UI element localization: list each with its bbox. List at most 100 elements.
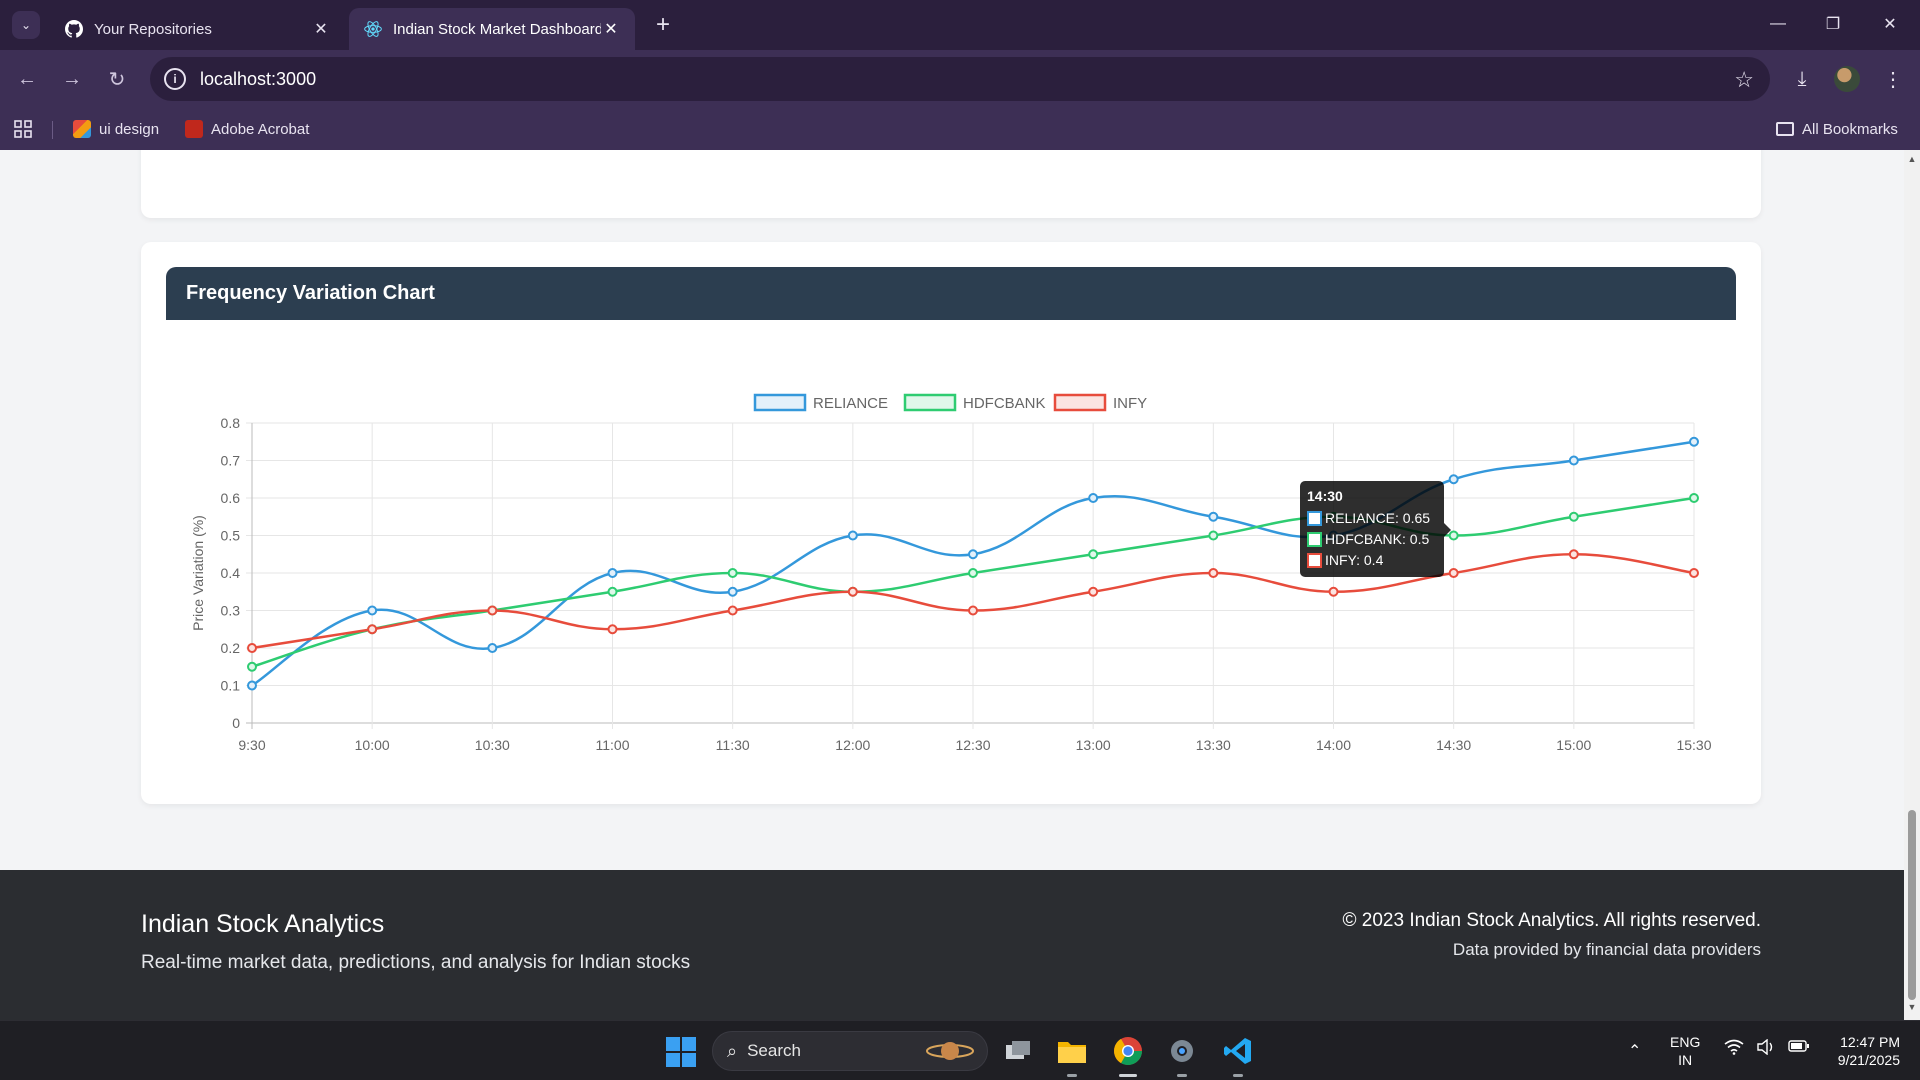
input-language[interactable]: ENG IN — [1670, 1033, 1700, 1069]
windows-start-icon[interactable] — [666, 1037, 696, 1067]
data-point — [1208, 511, 1219, 522]
all-bookmarks-label: All Bookmarks — [1802, 120, 1898, 138]
footer-copyright: © 2023 Indian Stock Analytics. All right… — [1342, 910, 1762, 931]
data-point — [1568, 455, 1579, 466]
bookmark-ui-design[interactable]: ui design — [73, 118, 159, 140]
scroll-down-icon[interactable]: ▼ — [1907, 1002, 1917, 1012]
react-icon — [363, 19, 383, 39]
chrome-icon[interactable] — [1110, 1033, 1146, 1077]
data-point — [247, 661, 257, 672]
bookmarks-bar: ui design Adobe Acrobat All Bookmarks — [0, 108, 1920, 150]
battery-icon[interactable] — [1788, 1039, 1810, 1060]
forward-icon[interactable]: → — [57, 64, 87, 94]
bookmark-adobe-acrobat[interactable]: Adobe Acrobat — [185, 118, 309, 140]
data-point — [367, 624, 378, 635]
all-bookmarks-button[interactable]: All Bookmarks — [1776, 118, 1898, 140]
task-view-icon[interactable] — [1000, 1033, 1036, 1069]
minimize-icon[interactable]: — — [1758, 8, 1798, 40]
page-scrollbar[interactable]: ▲ ▼ — [1904, 150, 1920, 1020]
data-point — [1689, 568, 1699, 578]
data-point — [1689, 493, 1699, 503]
apps-grid-icon[interactable] — [14, 118, 32, 140]
reload-icon[interactable]: ↻ — [102, 64, 132, 94]
profile-avatar[interactable] — [1834, 66, 1860, 92]
y-tick-label: 0 — [232, 715, 240, 731]
legend-swatch — [1053, 393, 1107, 412]
data-point — [1088, 549, 1099, 560]
more-menu-icon[interactable]: ⋮ — [1878, 64, 1908, 94]
x-tick-label: 14:30 — [1436, 737, 1471, 753]
tab-your-repositories[interactable]: Your Repositories ✕ — [50, 8, 345, 50]
data-point — [968, 549, 978, 560]
wifi-icon[interactable] — [1724, 1039, 1744, 1060]
tab-search-menu-button[interactable]: ⌄ — [12, 11, 40, 39]
tooltip-line: HDFCBANK: 0.5 — [1325, 531, 1429, 547]
browser-toolbar: ← → ↻ i localhost:3000 ☆ ⤓ ⋮ — [0, 50, 1920, 108]
data-point — [607, 568, 618, 578]
data-point — [1568, 549, 1579, 560]
taskbar-search[interactable]: ⌕ Search — [712, 1031, 988, 1071]
data-point — [1448, 530, 1459, 541]
new-tab-button[interactable]: + — [650, 11, 676, 38]
scrollbar-thumb[interactable] — [1908, 810, 1916, 1000]
scroll-up-icon[interactable]: ▲ — [1907, 154, 1917, 164]
tooltip-swatch — [1307, 553, 1322, 568]
region-label: IN — [1678, 1052, 1693, 1068]
site-info-icon[interactable]: i — [164, 68, 186, 90]
data-point — [847, 586, 858, 597]
running-indicator — [1233, 1074, 1243, 1077]
data-point — [247, 643, 257, 653]
running-indicator — [1067, 1074, 1077, 1077]
x-tick-label: 14:00 — [1316, 737, 1351, 753]
close-icon[interactable]: ✕ — [311, 19, 331, 39]
volume-icon[interactable] — [1756, 1038, 1776, 1060]
data-point — [727, 568, 738, 578]
window-close-icon[interactable]: ✕ — [1870, 8, 1910, 40]
data-point — [968, 568, 978, 578]
data-point — [968, 605, 978, 616]
site-footer: Indian Stock Analytics Real-time market … — [0, 870, 1904, 1020]
vscode-icon[interactable] — [1220, 1033, 1256, 1077]
legend-label: HDFCBANK — [963, 395, 1046, 412]
restore-icon[interactable]: ❐ — [1813, 8, 1853, 40]
line-chart[interactable]: 0 0.1 0.2 0.3 0.4 0.5 0.6 0.7 0.8 9:30 10:00 10:30 1… — [180, 365, 1740, 765]
address-bar[interactable]: i localhost:3000 ☆ — [150, 57, 1770, 101]
settings-gear-icon[interactable] — [1164, 1033, 1200, 1077]
bookmarks-divider — [52, 121, 53, 139]
tooltip-line: INFY: 0.4 — [1325, 552, 1384, 568]
browser-tab-bar: ⌄ Your Repositories ✕ Indian Stock Marke… — [0, 0, 1920, 50]
language-label: ENG — [1670, 1034, 1701, 1050]
data-point — [487, 643, 498, 653]
clock[interactable]: 12:47 PM 9/21/2025 — [1820, 1033, 1900, 1069]
address-bar-url[interactable]: localhost:3000 — [200, 69, 316, 90]
image-bookmark-icon — [73, 120, 91, 138]
download-icon[interactable]: ⤓ — [1787, 64, 1817, 94]
data-point — [1328, 586, 1339, 597]
data-point — [847, 530, 858, 541]
data-point — [1208, 568, 1219, 578]
tooltip-swatch — [1307, 511, 1322, 526]
tab-indian-stock-market-dashboard[interactable]: Indian Stock Market Dashboard ✕ — [349, 8, 635, 50]
data-point — [727, 605, 738, 616]
chevron-up-icon[interactable]: ⌃ — [1628, 1041, 1641, 1061]
x-tick-label: 10:30 — [475, 737, 510, 753]
data-point — [247, 680, 257, 691]
clock-time: 12:47 PM — [1840, 1034, 1900, 1050]
file-explorer-icon[interactable] — [1054, 1033, 1090, 1077]
footer-provider: Data provided by financial data provider… — [1452, 940, 1761, 959]
windows-taskbar: ⌕ Search ⌃ ENG IN 12:47 PM 9/21/2025 — [0, 1020, 1920, 1080]
y-tick-label: 0.5 — [221, 528, 241, 544]
data-point — [727, 586, 738, 597]
footer-subtitle: Real-time market data, predictions, and … — [141, 952, 691, 973]
close-icon[interactable]: ✕ — [601, 19, 621, 39]
data-point — [1088, 586, 1099, 597]
data-point — [607, 586, 618, 597]
system-tray-icons[interactable] — [1724, 1038, 1810, 1060]
show-hidden-icons[interactable]: ⌃ — [1628, 1041, 1641, 1061]
data-point — [1208, 530, 1219, 541]
data-point — [1088, 493, 1099, 503]
bookmark-star-icon[interactable]: ☆ — [1734, 67, 1754, 93]
back-icon[interactable]: ← — [12, 64, 42, 94]
data-point — [1448, 568, 1459, 578]
github-icon — [64, 19, 84, 39]
